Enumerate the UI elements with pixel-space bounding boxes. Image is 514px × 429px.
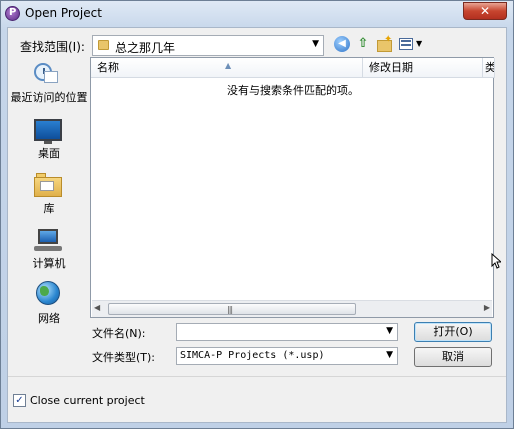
place-network[interactable]: 网络 [8,277,90,327]
place-label: 网络 [38,312,60,325]
close-current-label[interactable]: Close current project [30,394,145,407]
dialog-body: 查找范围(I): 总之那几年 ▼ ◀ ⇧ ▼ 最近访问的位置 桌面 [7,27,507,423]
filetype-value: SIMCA-P Projects (*.usp) [180,350,325,361]
lookin-label: 查找范围(I): [20,40,85,54]
place-label: 最近访问的位置 [10,91,88,104]
scroll-left-icon[interactable]: ◀ [94,303,100,312]
place-label: 计算机 [32,257,66,270]
place-desktop[interactable]: 桌面 [8,115,90,161]
places-bar: 最近访问的位置 桌面 库 计算机 网络 [8,57,90,325]
place-recent[interactable]: 最近访问的位置 [8,57,90,107]
horizontal-scrollbar[interactable]: ◀ ||| ▶ [92,300,492,317]
close-current-checkbox[interactable]: ✓ [13,394,26,407]
title-bar: Open Project ✕ [1,1,513,27]
place-computer[interactable]: 计算机 [8,223,90,270]
window-title: Open Project [25,6,102,20]
app-icon [5,6,20,21]
scroll-thumb[interactable]: ||| [108,303,356,315]
new-folder-icon[interactable] [375,31,393,53]
place-library[interactable]: 库 [8,169,90,215]
place-label: 库 [43,202,55,215]
computer-icon [34,227,64,253]
filetype-label: 文件类型(T): [92,351,156,364]
mouse-cursor-icon [491,253,501,269]
column-header-type[interactable]: 类 [483,58,495,78]
up-folder-icon[interactable]: ⇧ [354,35,372,53]
filetype-dropdown[interactable]: SIMCA-P Projects (*.usp) ▼ [176,347,398,365]
network-icon [34,279,64,307]
chevron-down-icon: ▼ [386,350,393,360]
grip-icon: ||| [227,305,233,314]
chevron-down-icon[interactable]: ▼ [386,326,393,336]
scroll-right-icon[interactable]: ▶ [484,303,490,312]
place-label: 桌面 [38,147,60,160]
open-button[interactable]: 打开(O) [414,322,492,342]
file-list[interactable]: 名称 ▲ 修改日期 类 没有与搜索条件匹配的项。 ◀ ||| ▶ [90,57,495,318]
back-icon[interactable]: ◀ [334,36,350,52]
cancel-button[interactable]: 取消 [414,347,492,367]
close-button[interactable]: ✕ [463,2,507,20]
folder-icon [98,40,109,50]
divider [8,376,506,377]
chevron-down-icon: ▼ [416,39,423,48]
view-menu-button[interactable]: ▼ [398,35,426,53]
open-project-dialog: Open Project ✕ 查找范围(I): 总之那几年 ▼ ◀ ⇧ ▼ 最近… [0,0,514,429]
filename-label: 文件名(N): [92,327,146,340]
filename-input[interactable]: ▼ [176,323,398,341]
desktop-icon [34,119,62,144]
recent-places-icon [34,61,60,85]
column-header-label: 名称 [97,61,119,74]
sort-ascending-icon: ▲ [225,61,232,70]
empty-message: 没有与搜索条件匹配的项。 [227,84,359,97]
column-header-name[interactable]: 名称 ▲ [91,58,363,78]
lookin-value: 总之那几年 [115,41,176,55]
lookin-dropdown[interactable]: 总之那几年 ▼ [92,35,324,56]
chevron-down-icon: ▼ [312,39,319,49]
column-header-date[interactable]: 修改日期 [363,58,483,78]
library-icon [34,173,62,197]
views-icon [399,38,413,50]
